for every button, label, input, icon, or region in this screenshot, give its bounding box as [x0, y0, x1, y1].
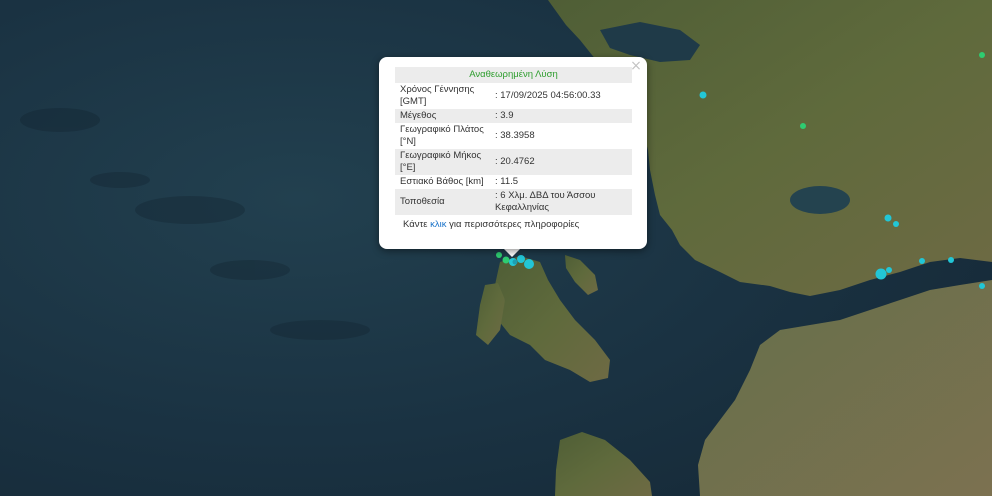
latitude-value: : 38.3958 [495, 130, 535, 141]
table-row: Γεωγραφικό Πλάτος [°N] : 38.3958 [395, 123, 632, 149]
magnitude-value: : 3.9 [490, 109, 632, 123]
close-icon[interactable]: × [629, 59, 643, 73]
magnitude-label: Μέγεθος [395, 109, 490, 123]
quake-marker[interactable] [800, 123, 806, 129]
depth-value: : 11.5 [495, 176, 519, 187]
table-row: Γεωγραφικό Μήκος [°E] : 20.4762 [395, 149, 632, 175]
quake-marker[interactable] [886, 267, 892, 273]
earthquake-info-table: Αναθεωρημένη Λύση Χρόνος Γέννησης [GMT] … [395, 67, 632, 215]
earthquake-info-popup: × Αναθεωρημένη Λύση Χρόνος Γέννησης [GMT… [379, 57, 647, 249]
quake-marker[interactable] [919, 258, 925, 264]
more-info-line: Κάντε κλικ για περισσότερες πληροφορίες [395, 219, 632, 230]
table-row: Χρόνος Γέννησης [GMT] : 17/09/2025 04:56… [395, 83, 632, 109]
quake-marker[interactable] [524, 259, 534, 269]
more-info-link[interactable]: κλικ [430, 219, 446, 230]
quake-marker[interactable] [979, 283, 985, 289]
location-value: : 6 Χλμ. ΔΒΔ του Άσσου Κεφαλληνίας [490, 189, 632, 215]
origin-time-value: : 17/09/2025 04:56:00.33 [495, 90, 601, 101]
quake-marker[interactable] [699, 91, 707, 99]
quake-marker[interactable] [496, 252, 502, 258]
longitude-label: Γεωγραφικό Μήκος [°E] [395, 149, 490, 175]
location-label: Τοποθεσία [395, 189, 490, 215]
latitude-label: Γεωγραφικό Πλάτος [°N] [400, 124, 484, 147]
origin-time-label: Χρόνος Γέννησης [GMT] [400, 84, 475, 107]
table-row: Εστιακό Βάθος [km] : 11.5 [395, 175, 632, 189]
longitude-value: : 20.4762 [490, 149, 632, 175]
more-info-prefix: Κάντε [403, 219, 431, 230]
more-info-suffix: για περισσότερες πληροφορίες [446, 219, 580, 230]
quake-marker[interactable] [948, 257, 954, 263]
depth-label: Εστιακό Βάθος [km] [400, 176, 484, 187]
quake-marker[interactable] [502, 256, 510, 264]
popup-tip [503, 248, 521, 257]
quake-marker-selected[interactable] [512, 259, 518, 265]
quake-marker[interactable] [884, 214, 892, 222]
table-row: Τοποθεσία : 6 Χλμ. ΔΒΔ του Άσσου Κεφαλλη… [395, 189, 632, 215]
quake-marker[interactable] [875, 268, 887, 280]
popup-title: Αναθεωρημένη Λύση [395, 67, 632, 83]
lake [790, 186, 850, 214]
quake-marker[interactable] [979, 52, 985, 58]
quake-marker[interactable] [893, 221, 899, 227]
table-row: Μέγεθος : 3.9 [395, 109, 632, 123]
